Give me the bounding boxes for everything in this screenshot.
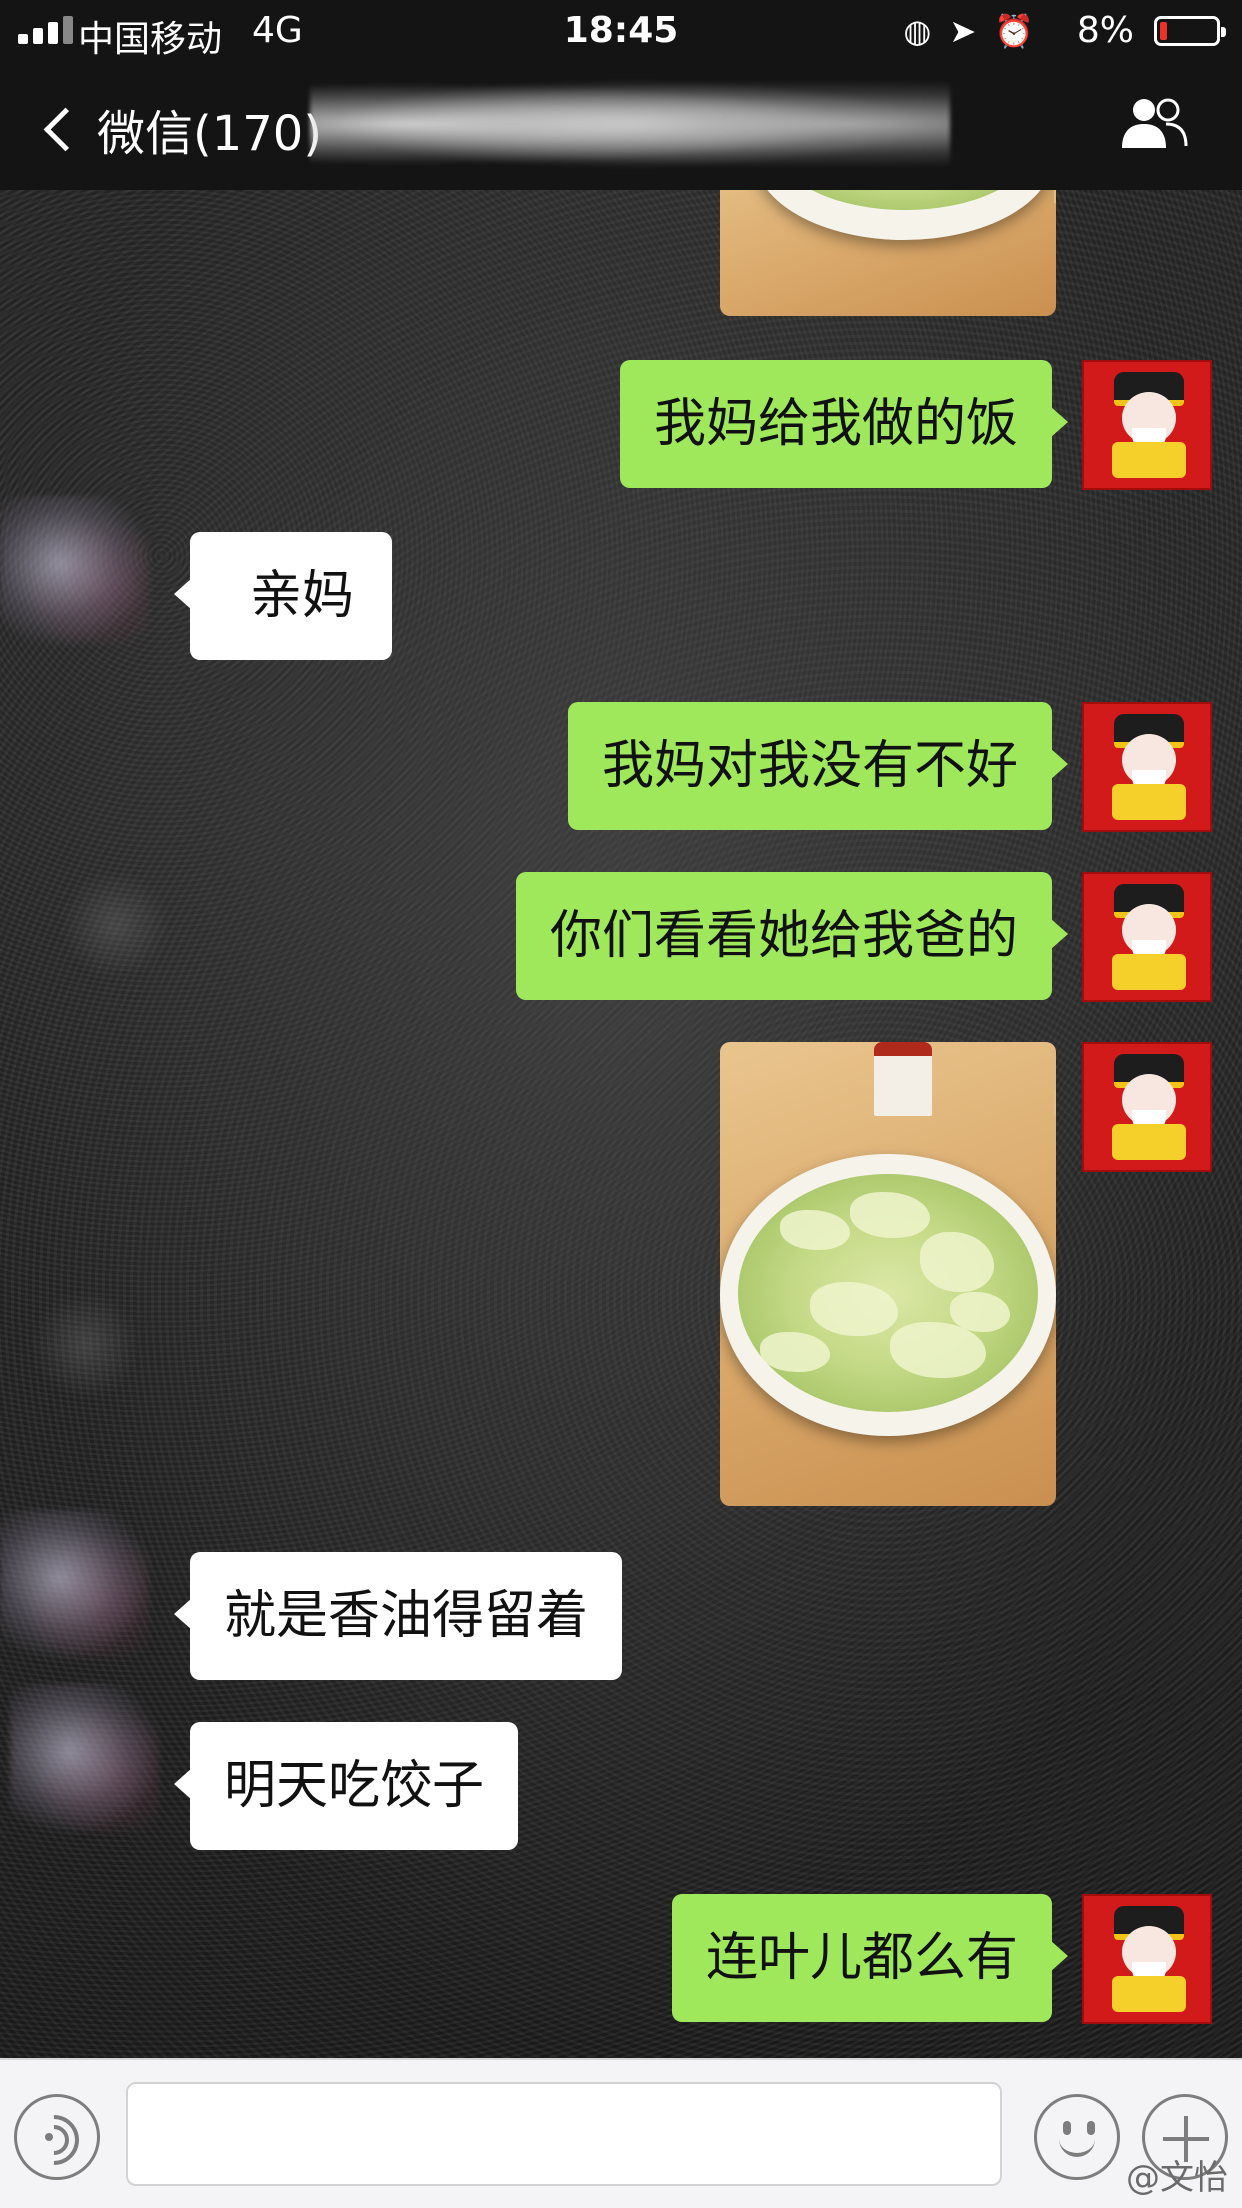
avatar-me[interactable]: [1082, 1042, 1212, 1172]
rotation-lock-icon: ◍: [903, 12, 950, 50]
message-bubble-sent[interactable]: 你们看看她给我爸的: [515, 872, 1069, 1000]
message-bubble-received[interactable]: 亲妈: [173, 532, 393, 660]
message-image-partial[interactable]: [720, 190, 1056, 316]
emoji-button[interactable]: [1034, 2094, 1120, 2180]
redacted-smudge: [60, 870, 170, 980]
message-bubble-sent[interactable]: 连叶儿都么有: [671, 1894, 1069, 2022]
location-icon: ➤: [949, 12, 995, 50]
status-icons: ◍➤⏰: [903, 12, 1052, 50]
redacted-smudge: [30, 1290, 140, 1400]
message-bubble-received[interactable]: 就是香油得留着: [173, 1552, 623, 1680]
nav-bar: 微信(170): [0, 62, 1242, 190]
battery-percent: 8%: [1076, 10, 1134, 51]
back-button[interactable]: 微信(170): [40, 94, 322, 164]
voice-button[interactable]: [14, 2094, 100, 2180]
avatar-me[interactable]: [1082, 702, 1212, 832]
watermark: @文怡: [1126, 2158, 1228, 2198]
avatar-contact[interactable]: [0, 496, 150, 646]
back-label: 微信(170): [97, 106, 323, 162]
status-bar: 中国移动 4G 18:45 ◍➤⏰ 8%: [0, 0, 1242, 62]
input-bar: [0, 2058, 1242, 2208]
message-bubble-sent[interactable]: 我妈对我没有不好: [567, 702, 1069, 830]
chat-title-redacted: [310, 76, 950, 172]
back-chevron-icon: [43, 107, 88, 151]
message-list[interactable]: 我妈给我做的饭 亲妈 我妈对我没有不好 你们看看她给我爸的 就是香油得留着 明天…: [0, 190, 1242, 2058]
battery-icon: [1154, 16, 1226, 46]
top-bar: 中国移动 4G 18:45 ◍➤⏰ 8% 微信(170): [0, 0, 1242, 190]
avatar-me[interactable]: [1082, 872, 1212, 1002]
status-time: 18:45: [563, 10, 679, 51]
avatar-me[interactable]: [1082, 360, 1212, 490]
message-input[interactable]: [126, 2082, 1002, 2186]
message-image[interactable]: [720, 1042, 1056, 1506]
group-members-icon[interactable]: [1118, 96, 1190, 150]
message-bubble-received[interactable]: 明天吃饺子: [173, 1722, 519, 1850]
avatar-contact[interactable]: [10, 1684, 160, 1834]
avatar-me[interactable]: [1082, 1894, 1212, 2024]
bottle-shape: [874, 1042, 932, 1116]
alarm-icon: ⏰: [994, 12, 1052, 50]
avatar-contact[interactable]: [0, 1510, 150, 1660]
message-bubble-sent[interactable]: 我妈给我做的饭: [619, 360, 1069, 488]
